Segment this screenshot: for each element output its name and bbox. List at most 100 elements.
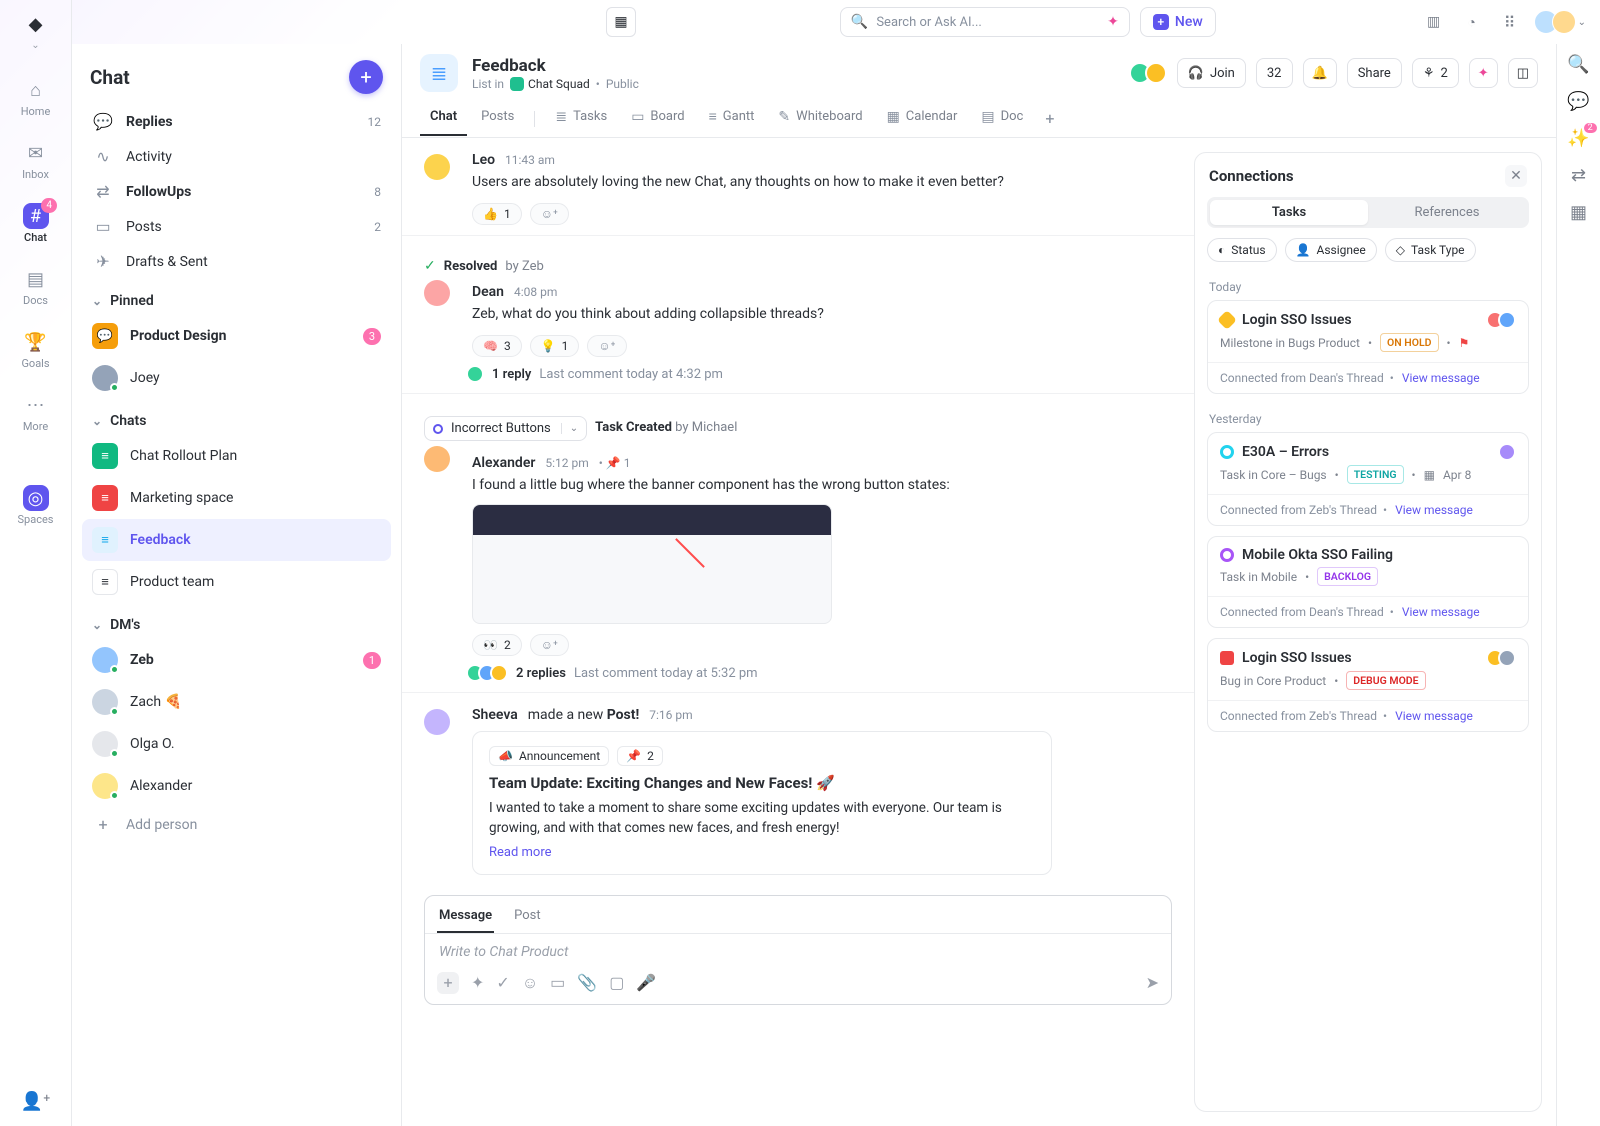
member-avatars[interactable] bbox=[1135, 62, 1167, 84]
dm-zeb[interactable]: Zeb1 bbox=[82, 639, 391, 681]
screenshot-attachment[interactable] bbox=[472, 504, 832, 624]
close-icon[interactable]: ✕ bbox=[1505, 165, 1527, 187]
reaction[interactable]: 🧠3 bbox=[472, 335, 522, 357]
dm-alexander[interactable]: Alexander bbox=[82, 765, 391, 807]
dm-zach[interactable]: Zach 🍕 bbox=[82, 681, 391, 723]
view-message-link[interactable]: View message bbox=[1402, 605, 1480, 619]
ai-icon[interactable]: ✦ bbox=[471, 973, 484, 992]
chevron-down-icon[interactable]: ⌄ bbox=[561, 423, 578, 434]
search-input[interactable] bbox=[876, 15, 1099, 30]
view-doc[interactable]: ▤Doc bbox=[971, 101, 1033, 137]
thread-info[interactable]: 1 reply Last comment today at 4:32 pm bbox=[472, 365, 1172, 383]
seg-tasks[interactable]: Tasks bbox=[1210, 200, 1368, 225]
chat-product-team[interactable]: ≡Product team bbox=[82, 561, 391, 603]
attach-icon[interactable]: 📎 bbox=[577, 973, 597, 992]
view-gantt[interactable]: ≡Gantt bbox=[699, 100, 765, 137]
add-view[interactable]: + bbox=[1037, 105, 1062, 132]
chat-marketing[interactable]: ≡Marketing space bbox=[82, 477, 391, 519]
comment-icon[interactable]: 💬 bbox=[1567, 91, 1589, 112]
composer-input[interactable] bbox=[439, 944, 1157, 960]
ai-icon[interactable]: ✨2 bbox=[1567, 128, 1589, 149]
tab-posts[interactable]: Posts bbox=[471, 101, 524, 136]
plus-icon[interactable]: + bbox=[437, 972, 459, 994]
add-reaction[interactable]: ☺⁺ bbox=[530, 634, 569, 656]
read-more-link[interactable]: Read more bbox=[489, 845, 1035, 860]
connection-card[interactable]: Login SSO Issues Bug in Core Product•DEB… bbox=[1207, 638, 1529, 732]
section-dms[interactable]: ⌄DM's bbox=[82, 603, 391, 639]
avatar[interactable] bbox=[424, 280, 450, 306]
user-avatars[interactable]: ⌄ bbox=[1534, 10, 1586, 34]
author-name[interactable]: Sheeva bbox=[472, 707, 518, 723]
post-card[interactable]: 📣Announcement 📌2 Team Update: Exciting C… bbox=[472, 731, 1052, 875]
author-name[interactable]: Leo bbox=[472, 152, 495, 168]
view-board[interactable]: ▭Board bbox=[621, 101, 694, 137]
notepad-icon[interactable]: ▥ bbox=[1420, 8, 1448, 36]
pinned-product-design[interactable]: 💬Product Design3 bbox=[82, 315, 391, 357]
view-calendar[interactable]: ▦Calendar bbox=[877, 101, 968, 137]
gif-icon[interactable]: ▭ bbox=[550, 973, 565, 992]
reaction[interactable]: 👍1 bbox=[472, 203, 522, 225]
rail-inbox[interactable]: ✉Inbox bbox=[0, 132, 71, 189]
panel-toggle[interactable]: ◫ bbox=[1508, 58, 1538, 88]
squad-link[interactable]: Chat Squad bbox=[510, 77, 590, 91]
nav-drafts[interactable]: ✈Drafts & Sent bbox=[82, 244, 391, 279]
timer-icon[interactable]: ◔ bbox=[1458, 8, 1486, 36]
add-reaction[interactable]: ☺⁺ bbox=[587, 335, 626, 357]
rail-spaces[interactable]: ◎Spaces bbox=[0, 477, 71, 534]
video-icon[interactable]: ▢ bbox=[609, 973, 624, 992]
connection-card[interactable]: Login SSO Issues Milestone in Bugs Produ… bbox=[1207, 300, 1529, 394]
thread-info[interactable]: 2 replies Last comment today at 5:32 pm bbox=[472, 664, 1172, 682]
shared-with[interactable]: ⚘2 bbox=[1412, 58, 1459, 88]
add-person[interactable]: +Add person bbox=[82, 807, 391, 842]
reaction[interactable]: 💡1 bbox=[530, 335, 580, 357]
global-search[interactable]: 🔍 ✦ bbox=[840, 7, 1130, 37]
chat-feedback[interactable]: ≡Feedback bbox=[82, 519, 391, 561]
view-message-link[interactable]: View message bbox=[1395, 709, 1473, 723]
rail-more[interactable]: ⋯More bbox=[0, 384, 71, 441]
rail-chat[interactable]: 4#Chat bbox=[0, 195, 71, 252]
author-name[interactable]: Dean bbox=[472, 284, 504, 300]
pinned-joey[interactable]: Joey bbox=[82, 357, 391, 399]
calendar-icon[interactable]: ▦ bbox=[606, 7, 636, 37]
ai-button[interactable]: ✦ bbox=[1469, 58, 1498, 88]
view-tasks[interactable]: ≣Tasks bbox=[545, 101, 617, 137]
send-icon[interactable]: ➤ bbox=[1146, 973, 1159, 992]
apps-grid-icon[interactable]: ⠿ bbox=[1496, 8, 1524, 36]
section-pinned[interactable]: ⌄Pinned bbox=[82, 279, 391, 315]
seg-references[interactable]: References bbox=[1368, 200, 1526, 225]
rail-goals[interactable]: 🏆Goals bbox=[0, 321, 71, 378]
nav-posts[interactable]: ▭Posts2 bbox=[82, 209, 391, 244]
rail-docs[interactable]: ▤Docs bbox=[0, 258, 71, 315]
member-count[interactable]: 32 bbox=[1256, 58, 1293, 88]
section-chats[interactable]: ⌄Chats bbox=[82, 399, 391, 435]
ai-sparkle-icon[interactable]: ✦ bbox=[1107, 14, 1119, 30]
emoji-icon[interactable]: ☺ bbox=[522, 973, 538, 993]
reaction[interactable]: 👀2 bbox=[472, 634, 522, 656]
mic-icon[interactable]: 🎤 bbox=[636, 973, 656, 992]
tab-chat[interactable]: Chat bbox=[420, 101, 467, 136]
dm-olga[interactable]: Olga O. bbox=[82, 723, 391, 765]
invite-icon[interactable]: 👤⁺ bbox=[21, 1091, 51, 1112]
nav-activity[interactable]: ∿Activity bbox=[82, 139, 391, 174]
nav-replies[interactable]: 💬Replies12 bbox=[82, 104, 391, 139]
task-icon[interactable]: ✓ bbox=[496, 973, 509, 992]
composer-tab-message[interactable]: Message bbox=[437, 904, 494, 933]
composer-tab-post[interactable]: Post bbox=[512, 904, 543, 933]
avatar[interactable] bbox=[424, 709, 450, 735]
task-chip[interactable]: Incorrect Buttons⌄ bbox=[424, 416, 587, 441]
search-icon[interactable]: 🔍 bbox=[1567, 54, 1589, 75]
avatar[interactable] bbox=[424, 446, 450, 472]
filter-task-type[interactable]: ◇Task Type bbox=[1385, 238, 1476, 262]
nav-followups[interactable]: ⇄FollowUps8 bbox=[82, 174, 391, 209]
share-button[interactable]: Share bbox=[1347, 58, 1402, 88]
rail-home[interactable]: ⌂Home bbox=[0, 69, 71, 126]
connection-card[interactable]: Mobile Okta SSO Failing Task in Mobile•B… bbox=[1207, 536, 1529, 628]
add-reaction[interactable]: ☺⁺ bbox=[530, 203, 569, 225]
filter-status[interactable]: ◐Status bbox=[1207, 238, 1277, 262]
view-whiteboard[interactable]: ✎Whiteboard bbox=[768, 101, 872, 137]
notifications-button[interactable]: 🔔 bbox=[1303, 58, 1337, 88]
app-logo[interactable]: ◆ bbox=[22, 10, 50, 38]
view-message-link[interactable]: View message bbox=[1402, 371, 1480, 385]
sync-icon[interactable]: ⇄ bbox=[1571, 165, 1586, 186]
author-name[interactable]: Alexander bbox=[472, 455, 535, 471]
